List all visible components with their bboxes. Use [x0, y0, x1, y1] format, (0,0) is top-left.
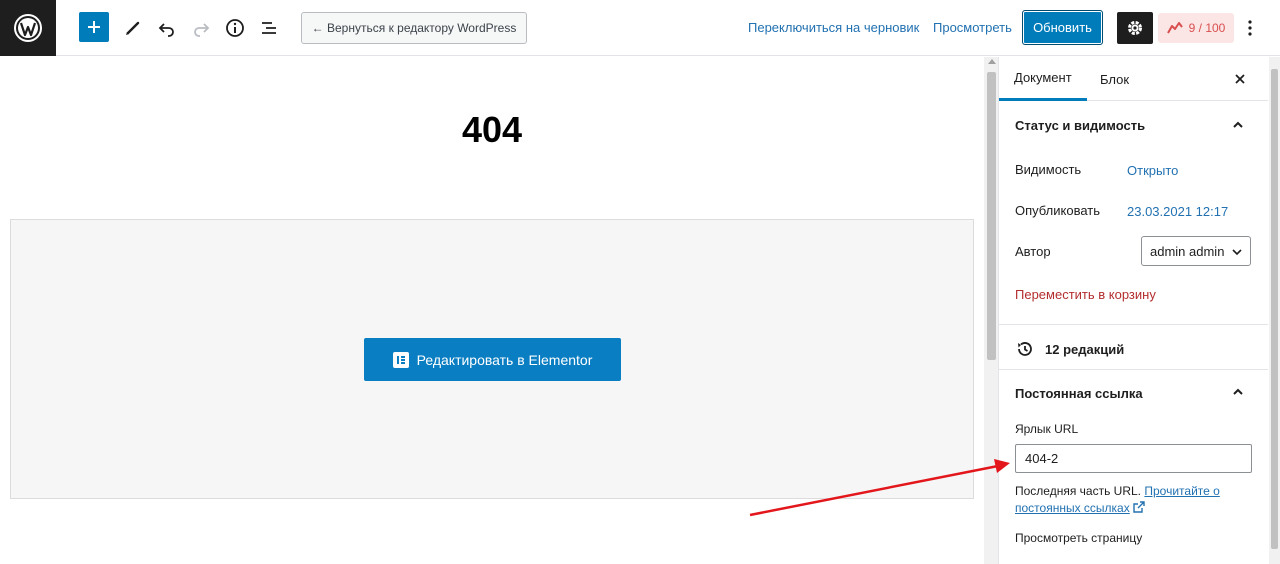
more-options-button[interactable]: [1240, 16, 1260, 40]
url-slug-input[interactable]: [1015, 444, 1252, 473]
plus-icon: [88, 21, 100, 33]
author-label: Автор: [1015, 244, 1051, 259]
revisions-count: 12 редакций: [1045, 341, 1125, 357]
panel-divider: [999, 324, 1268, 325]
view-page-label: Просмотреть страницу: [1015, 531, 1143, 545]
chevron-up-icon[interactable]: [1231, 118, 1245, 132]
redo-icon: [194, 23, 210, 37]
settings-sidebar: Документ Блок Статус и видимость Видимос…: [999, 57, 1280, 564]
move-to-trash-link[interactable]: Переместить в корзину: [1015, 287, 1156, 302]
status-visibility-panel-title[interactable]: Статус и видимость: [1015, 118, 1145, 133]
publish-date-link[interactable]: 23.03.2021 12:17: [1127, 204, 1228, 219]
visibility-value-link[interactable]: Открыто: [1127, 163, 1178, 178]
more-vertical-icon: [1248, 20, 1252, 36]
info-icon: [226, 19, 244, 37]
edit-with-elementor-button[interactable]: Редактировать в Elementor: [364, 338, 621, 381]
seo-score-value: 9 / 100: [1188, 21, 1226, 35]
add-block-button[interactable]: [79, 12, 109, 42]
canvas-scrollbar-thumb[interactable]: [987, 72, 996, 360]
undo-icon: [158, 23, 174, 37]
settings-button[interactable]: [1117, 12, 1153, 44]
elementor-icon: [392, 351, 409, 368]
seo-score-icon: [1166, 22, 1183, 34]
elementor-placeholder: Редактировать в Elementor: [10, 219, 974, 499]
revisions-link[interactable]: 12 редакций: [1015, 339, 1124, 359]
author-select[interactable]: admin admin: [1141, 236, 1251, 266]
permalink-panel-title[interactable]: Постоянная ссылка: [1015, 386, 1143, 401]
pencil-icon: [126, 21, 140, 35]
url-slug-label: Ярлык URL: [1015, 422, 1079, 436]
panel-divider: [999, 369, 1268, 370]
editor-header: ← Вернуться к редактору WordPress Перекл…: [0, 0, 1280, 56]
close-sidebar-button[interactable]: [1229, 68, 1251, 90]
update-button[interactable]: Обновить: [1022, 10, 1103, 45]
tools-button[interactable]: [119, 14, 147, 42]
history-icon: [1018, 342, 1032, 356]
list-view-button[interactable]: [255, 14, 283, 42]
sidebar-scrollbar-thumb[interactable]: [1271, 69, 1278, 549]
close-icon: [1235, 74, 1245, 84]
gear-icon: [1128, 21, 1142, 35]
seo-score-badge[interactable]: 9 / 100: [1158, 13, 1234, 43]
author-select-value: admin admin: [1150, 243, 1225, 259]
back-to-wordpress-editor-button[interactable]: ← Вернуться к редактору WordPress: [301, 12, 527, 44]
details-button[interactable]: [221, 14, 249, 42]
permalink-help: Последняя часть URL. Прочитайте о постоя…: [1015, 483, 1245, 517]
sidebar-tabs: Документ Блок: [999, 57, 1268, 101]
chevron-up-icon[interactable]: [1231, 385, 1245, 399]
chevron-down-icon: [1232, 249, 1242, 256]
editor-canvas: 404 Редактировать в Elementor: [0, 57, 984, 564]
page-title[interactable]: 404: [0, 109, 984, 151]
permalink-help-text: Последняя часть URL.: [1015, 484, 1142, 498]
external-link-icon[interactable]: [1133, 501, 1145, 513]
tab-document[interactable]: Документ: [999, 57, 1087, 101]
scroll-up-arrow[interactable]: [988, 59, 996, 64]
undo-button[interactable]: [153, 14, 181, 42]
switch-to-draft-link[interactable]: Переключиться на черновик: [748, 20, 919, 35]
redo-button[interactable]: [187, 14, 215, 42]
list-view-icon: [262, 22, 276, 34]
visibility-label: Видимость: [1015, 162, 1082, 177]
preview-link[interactable]: Просмотреть: [933, 20, 1012, 35]
wordpress-logo-button[interactable]: [0, 0, 56, 56]
wordpress-logo-icon: [14, 14, 42, 42]
publish-label: Опубликовать: [1015, 203, 1101, 218]
tab-block[interactable]: Блок: [1085, 57, 1144, 101]
edit-with-elementor-label: Редактировать в Elementor: [416, 351, 593, 368]
